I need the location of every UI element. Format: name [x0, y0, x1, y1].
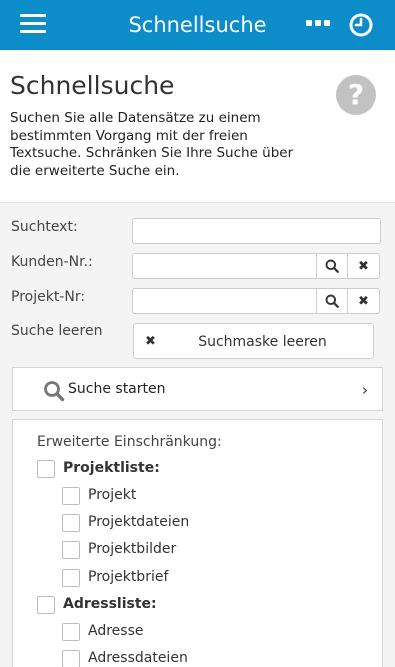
checkbox-label-projektliste: Projektliste:: [63, 460, 160, 476]
suche-leeren-label: Suche leeren: [11, 323, 103, 339]
page-title: Schnellsuche: [10, 71, 175, 100]
help-icon[interactable]: ?: [336, 75, 376, 115]
extended-filter-panel: Erweiterte Einschränkung: Projektliste: …: [12, 419, 383, 667]
projekt-nr-search-button[interactable]: [316, 288, 348, 314]
projekt-nr-label: Projekt-Nr:: [11, 289, 86, 305]
chevron-right-icon: ›: [362, 381, 368, 399]
checkbox-adressdateien[interactable]: [62, 650, 80, 667]
extended-filter-title: Erweiterte Einschränkung:: [37, 434, 222, 450]
checkbox-label-projekt: Projekt: [88, 487, 137, 503]
kunden-nr-label: Kunden-Nr.:: [11, 254, 93, 270]
checkbox-adresse[interactable]: [62, 623, 80, 641]
suchmaske-leeren-button[interactable]: ✖ Suchmaske leeren: [133, 323, 374, 359]
suchmaske-leeren-label: Suchmaske leeren: [198, 334, 327, 350]
projekt-nr-input[interactable]: [132, 288, 317, 314]
kunden-nr-search-button[interactable]: [316, 253, 348, 279]
checkbox-projektbrief[interactable]: [62, 569, 80, 587]
search-icon: [44, 381, 65, 402]
checkbox-label-adressliste: Adressliste:: [63, 596, 157, 612]
app-header: Schnellsuche: [0, 0, 395, 50]
close-icon: ✖: [358, 293, 369, 309]
checkbox-label-adresse: Adresse: [88, 623, 144, 639]
search-start-label: Suche starten: [68, 381, 166, 397]
search-icon: [325, 259, 339, 273]
checkbox-adressliste[interactable]: [37, 596, 55, 614]
search-icon: [325, 294, 339, 308]
checkbox-label-projektdateien: Projektdateien: [88, 514, 190, 530]
clock-icon[interactable]: [348, 12, 374, 38]
checkbox-projektdateien[interactable]: [62, 514, 80, 532]
ellipsis-icon[interactable]: [306, 17, 330, 29]
projekt-nr-clear-button[interactable]: ✖: [348, 288, 380, 314]
header-title: Schnellsuche: [128, 13, 267, 37]
checkbox-label-projektbilder: Projektbilder: [88, 541, 177, 557]
checkbox-label-adressdateien: Adressdateien: [88, 650, 188, 666]
close-icon: ✖: [358, 258, 369, 274]
suchtext-label: Suchtext:: [11, 219, 78, 235]
suchtext-input[interactable]: [132, 218, 381, 244]
checkbox-projektliste[interactable]: [37, 460, 55, 478]
checkbox-projektbilder[interactable]: [62, 541, 80, 559]
search-start-button[interactable]: Suche starten ›: [12, 367, 383, 411]
kunden-nr-clear-button[interactable]: ✖: [348, 253, 380, 279]
kunden-nr-input[interactable]: [132, 253, 317, 279]
checkbox-projekt[interactable]: [62, 487, 80, 505]
intro-text: Suchen Sie alle Datensätze zu einem best…: [10, 110, 294, 179]
checkbox-label-projektbrief: Projektbrief: [88, 569, 169, 585]
